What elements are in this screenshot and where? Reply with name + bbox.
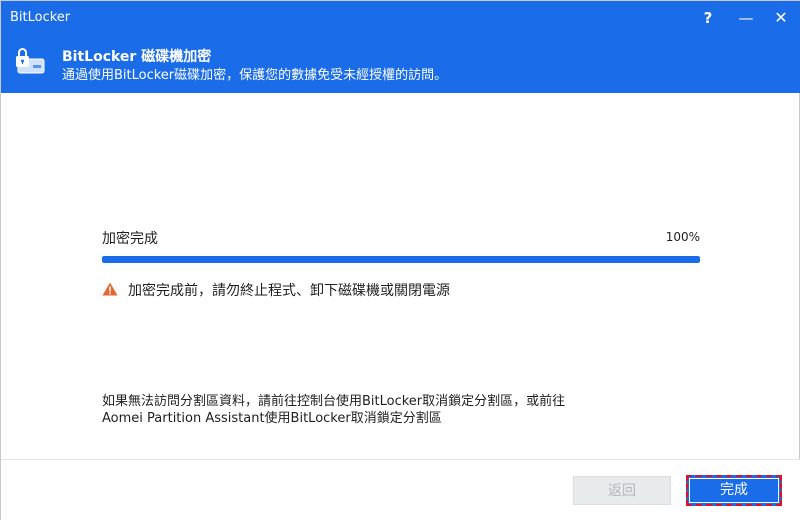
bitlocker-dialog: BitLocker ? — ✕ BitLocker 磁碟機加密 通過使用BitL… [0, 0, 800, 522]
header-subtitle: 通過使用BitLocker磁碟加密，保護您的數據免受未經授權的訪問。 [62, 68, 448, 83]
close-button[interactable]: ✕ [769, 7, 793, 29]
progress-bar-fill [102, 256, 700, 263]
info-text: 如果無法訪問分割區資料，請前往控制台使用BitLocker取消鎖定分割區，或前往… [102, 393, 702, 427]
back-button[interactable]: 返回 [573, 476, 671, 505]
header-title: BitLocker 磁碟機加密 [62, 49, 212, 65]
info-line-1: 如果無法訪問分割區資料，請前往控制台使用BitLocker取消鎖定分割區，或前往 [102, 394, 566, 409]
content-area: 加密完成 100% 加密完成前，請勿終止程式、卸下磁碟機或關閉電源 如果無法訪問… [1, 93, 800, 459]
minimize-button[interactable]: — [734, 7, 758, 29]
title-bar[interactable]: BitLocker ? — ✕ [1, 1, 800, 35]
warning-text: 加密完成前，請勿終止程式、卸下磁碟機或關閉電源 [128, 283, 450, 299]
header-banner: BitLocker ? — ✕ BitLocker 磁碟機加密 通過使用BitL… [1, 1, 800, 93]
finish-button[interactable]: 完成 [686, 475, 782, 506]
progress-label: 加密完成 [102, 231, 158, 247]
progress-bar [102, 256, 700, 263]
lock-drive-icon [16, 48, 45, 74]
warning-icon [102, 282, 118, 296]
footer-bar: 返回 完成 [1, 459, 800, 522]
progress-percent: 100% [665, 230, 700, 244]
help-button[interactable]: ? [696, 7, 720, 29]
window-title: BitLocker [10, 10, 71, 25]
info-line-2: Aomei Partition Assistant使用BitLocker取消鎖定… [102, 411, 442, 426]
